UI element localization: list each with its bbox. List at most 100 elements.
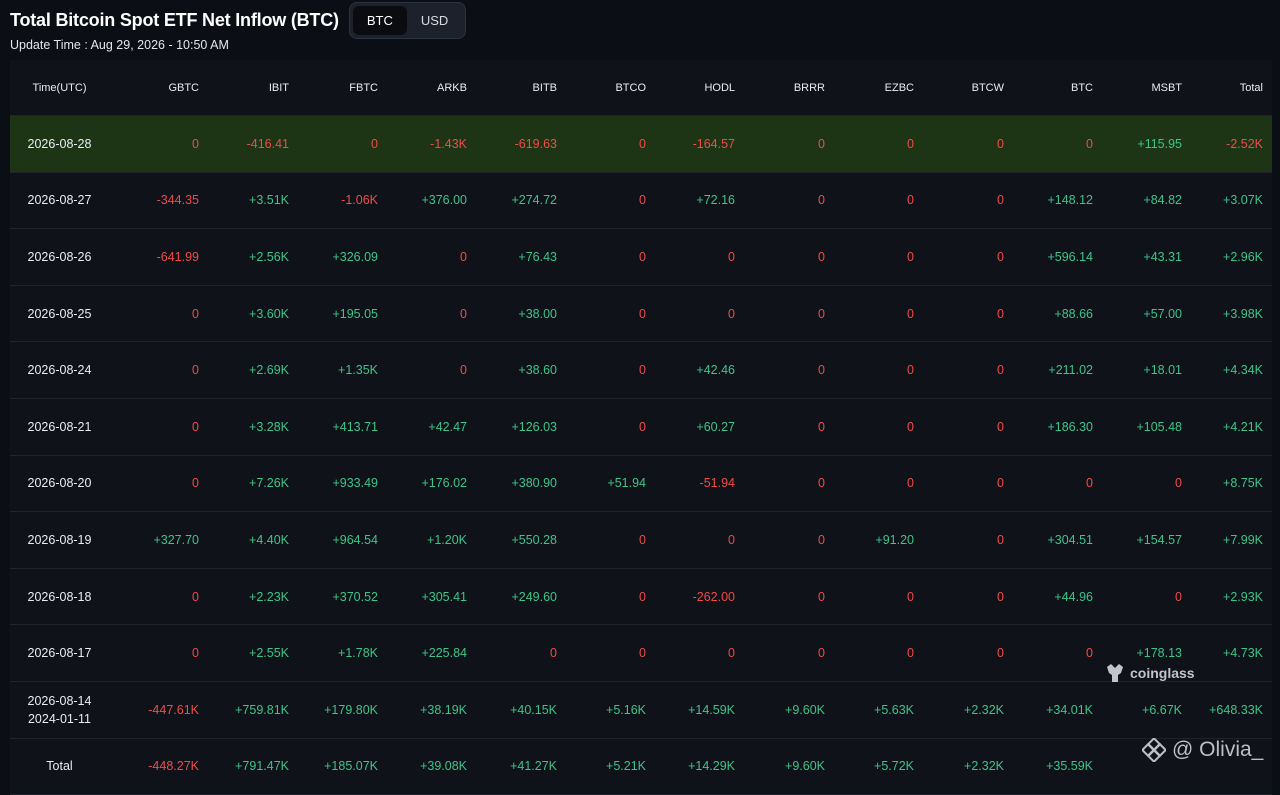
flow-value: +88.66 (1054, 306, 1093, 321)
flow-value: +34.01K (1046, 702, 1093, 717)
table-row[interactable]: 2026-08-17 0 +2.55K +1.78K +225.84 0 0 0 0 0 0 0 +17… (10, 625, 1272, 682)
page-header: Total Bitcoin Spot ETF Net Inflow (BTC) … (10, 2, 467, 39)
row-date: 2026-08-21 (27, 419, 92, 434)
flow-value: 0 (997, 476, 1004, 491)
table-row[interactable]: 2026-08-20 0 +7.26K +933.49 +176.02 +380.90 +5… (10, 455, 1272, 513)
column-header-time-utc[interactable]: Time(UTC) (10, 82, 109, 94)
flow-value: +3.07K (1223, 193, 1263, 208)
row-date: 2026-08-26 (27, 249, 92, 264)
flow-value: -344.35 (156, 193, 199, 208)
flow-value: +2.96K (1223, 249, 1263, 264)
binance-logo-icon (1142, 738, 1166, 762)
toggle-btc-button[interactable]: BTC (352, 6, 407, 35)
column-header-btco[interactable]: BTCO (566, 82, 655, 94)
column-header-total[interactable]: Total (1191, 82, 1272, 94)
flow-value: 0 (639, 249, 646, 264)
flow-value: 0 (818, 476, 825, 491)
flow-value: 0 (818, 646, 825, 661)
table-row[interactable]: 2026-08-26 -641.99 +2.56K +326.09 0 +76.43 0 0 0… (10, 229, 1272, 286)
table-row[interactable]: 2026-08-25 0 +3.60K +195.05 0 +38.00 0 0 0 0 0 +88.… (10, 285, 1272, 343)
flow-value: +7.99K (1223, 532, 1263, 547)
column-header-hodl[interactable]: HODL (655, 82, 744, 94)
flow-value: 0 (192, 646, 199, 661)
flow-value: 0 (639, 363, 646, 378)
flow-value: -2.52K (1226, 136, 1263, 151)
flow-value: +4.21K (1223, 419, 1263, 434)
flow-value: +2.56K (249, 249, 289, 264)
column-header-ibit[interactable]: IBIT (208, 82, 298, 94)
row-date: 2026-08-18 (27, 589, 92, 604)
flow-value: +8.75K (1223, 476, 1263, 491)
table-row[interactable]: 2026-08-28 0 -416.41 0 -1.43K -619.63 0 -164.57… (10, 116, 1272, 173)
row-date: 2026-08-24 (27, 363, 92, 378)
table-row[interactable]: 2026-08-21 0 +3.28K +413.71 +42.47 +126.03 0 +6… (10, 398, 1272, 456)
column-header-bitb[interactable]: BITB (476, 82, 566, 94)
flow-value: +44.96 (1054, 589, 1093, 604)
flow-value: +91.20 (875, 532, 914, 547)
flow-value: +4.34K (1223, 363, 1263, 378)
flow-value: 0 (1175, 589, 1182, 604)
row-date: 2026-08-27 (27, 193, 92, 208)
flow-value: +14.59K (688, 702, 735, 717)
range-date-from: 2026-08-14 (27, 693, 92, 708)
total-value: +35.59K (1046, 759, 1093, 774)
flow-value: +305.41 (421, 589, 467, 604)
table-row[interactable]: 2026-08-27 -344.35 +3.51K -1.06K +376.00 +274… (10, 172, 1272, 230)
flow-value: 0 (907, 589, 914, 604)
flow-value: 0 (639, 306, 646, 321)
coinglass-watermark: coinglass (1104, 662, 1195, 684)
coinglass-watermark-text: coinglass (1130, 665, 1195, 681)
flow-value: +964.54 (332, 532, 378, 547)
table-row[interactable]: 2026-08-19 +327.70 +4.40K +964.54 +1.20K +550… (10, 512, 1272, 569)
flow-value: +84.82 (1143, 193, 1182, 208)
flow-value: 0 (371, 136, 378, 151)
flow-value: +4.40K (249, 532, 289, 547)
column-header-ezbc[interactable]: EZBC (834, 82, 923, 94)
flow-value: +249.60 (511, 589, 557, 604)
update-time: Update Time : Aug 29, 2026 - 10:50 AM (10, 38, 229, 52)
toggle-usd-button[interactable]: USD (407, 6, 462, 35)
column-header-btc[interactable]: BTC (1013, 82, 1102, 94)
flow-value: 0 (907, 136, 914, 151)
total-value: +5.21K (606, 759, 646, 774)
column-header-btcw[interactable]: BTCW (923, 82, 1013, 94)
flow-value: +3.28K (249, 419, 289, 434)
column-header-brrr[interactable]: BRRR (744, 82, 834, 94)
total-value: +9.60K (785, 759, 825, 774)
flow-value: 0 (192, 589, 199, 604)
flow-value: -447.61K (148, 702, 199, 717)
flow-value: 0 (192, 136, 199, 151)
flow-value: +7.26K (249, 476, 289, 491)
total-value: +14.29K (688, 759, 735, 774)
flow-value: 0 (818, 589, 825, 604)
etf-flow-table: Time(UTC) GBTC IBIT FBTC ARKB BITB BTCO HODL BRR… (10, 60, 1272, 795)
total-value: +791.47K (235, 759, 289, 774)
flow-value: 0 (907, 306, 914, 321)
table-row[interactable]: 2026-08-24 0 +2.69K +1.35K 0 +38.60 0 +42.46 0 0 0… (10, 342, 1272, 399)
column-header-msbt[interactable]: MSBT (1102, 82, 1191, 94)
flow-value: +186.30 (1047, 419, 1093, 434)
row-date: 2026-08-25 (27, 306, 92, 321)
flow-value: +2.55K (249, 646, 289, 661)
flow-value: +105.48 (1136, 419, 1182, 434)
total-value: +2.32K (964, 759, 1004, 774)
row-date: 2026-08-17 (27, 646, 92, 661)
column-header-fbtc[interactable]: FBTC (298, 82, 387, 94)
flow-value: +2.69K (249, 363, 289, 378)
flow-value: 0 (907, 193, 914, 208)
flow-value: +326.09 (332, 249, 378, 264)
total-value: +39.08K (420, 759, 467, 774)
flow-value: 0 (818, 136, 825, 151)
flow-value: +6.67K (1142, 702, 1182, 717)
flow-value: +648.33K (1209, 702, 1263, 717)
flow-value: 0 (818, 193, 825, 208)
column-header-gbtc[interactable]: GBTC (109, 82, 208, 94)
flow-value: +5.63K (874, 702, 914, 717)
table-row[interactable]: 2026-08-18 0 +2.23K +370.52 +305.41 +249.60 0 -… (10, 568, 1272, 626)
flow-value: +18.01 (1143, 363, 1182, 378)
column-header-arkb[interactable]: ARKB (387, 82, 476, 94)
flow-value: +115.95 (1137, 136, 1182, 151)
flow-value: +759.81K (235, 702, 289, 717)
table-row-range[interactable]: 2026-08-14 2024-01-11 -447.61K +759.81K +179… (10, 681, 1272, 739)
flow-value: +376.00 (421, 193, 467, 208)
